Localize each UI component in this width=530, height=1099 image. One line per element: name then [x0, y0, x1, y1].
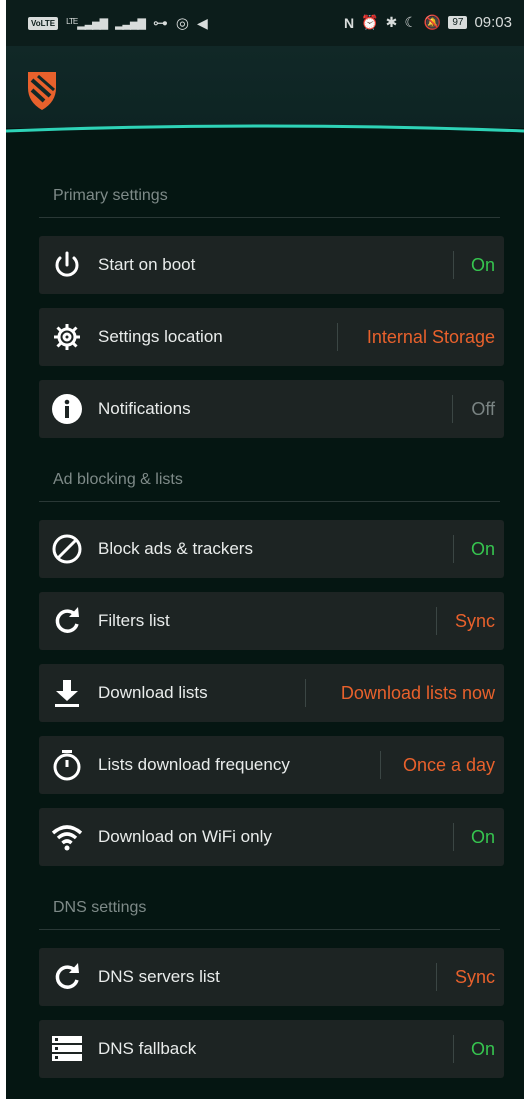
gear-icon — [54, 324, 80, 350]
download-icon — [55, 680, 79, 707]
signal-icon: ▂▃▅▇ — [115, 17, 146, 30]
toggle-value[interactable]: Off — [471, 380, 495, 438]
section-title-dns-settings: DNS settings — [53, 899, 147, 916]
status-bar-right: N ⏰ ✱ ☾ 🔕 97 09:03 — [344, 14, 512, 31]
value-separator — [452, 395, 453, 423]
lte-signal-icon: LTE▂▃▅▇ — [66, 16, 108, 30]
eye-icon: ◎ — [175, 15, 190, 32]
value-separator — [436, 607, 437, 635]
info-icon — [52, 394, 82, 424]
setting-row-dns-fallback[interactable]: DNS fallback On — [39, 1020, 504, 1078]
value-separator — [453, 823, 454, 851]
status-bar: VoLTE LTE▂▃▅▇ ▂▃▅▇ ⊶ ◎ ◀ N ⏰ ✱ ☾ 🔕 97 09… — [6, 0, 524, 46]
setting-label: Download lists — [98, 683, 208, 702]
setting-label: DNS servers list — [98, 967, 220, 986]
setting-row-settings-location[interactable]: Settings location Internal Storage — [39, 308, 504, 366]
bluetooth-icon: ✱ — [385, 14, 398, 30]
mute-icon: 🔕 — [423, 14, 442, 30]
setting-row-download-frequency[interactable]: Lists download frequency Once a day — [39, 736, 504, 794]
setting-row-start-on-boot[interactable]: Start on boot On — [39, 236, 504, 294]
value-separator — [453, 251, 454, 279]
value-separator — [453, 535, 454, 563]
toggle-value[interactable]: On — [471, 808, 495, 866]
toggle-value[interactable]: On — [471, 236, 495, 294]
section-divider — [39, 929, 500, 930]
value-separator — [305, 679, 306, 707]
setting-label: Settings location — [98, 327, 223, 346]
wifi-icon — [51, 825, 83, 851]
value-separator — [436, 963, 437, 991]
stopwatch-icon — [53, 750, 81, 781]
setting-row-block-ads[interactable]: Block ads & trackers On — [39, 520, 504, 578]
value-separator — [453, 1035, 454, 1063]
section-title-primary-settings: Primary settings — [53, 187, 168, 204]
setting-label: Start on boot — [98, 255, 196, 274]
setting-row-wifi-only[interactable]: Download on WiFi only On — [39, 808, 504, 866]
value-separator — [337, 323, 338, 351]
nfc-icon: N — [344, 14, 355, 31]
setting-row-filters-list[interactable]: Filters list Sync — [39, 592, 504, 650]
action-value[interactable]: Internal Storage — [367, 308, 495, 366]
setting-row-notifications[interactable]: Notifications Off — [39, 380, 504, 438]
alarm-icon: ⏰ — [361, 14, 379, 30]
setting-label: Block ads & trackers — [98, 539, 253, 558]
setting-row-dns-servers[interactable]: DNS servers list Sync — [39, 948, 504, 1006]
header-accent-line — [6, 124, 524, 133]
section-divider — [39, 217, 500, 218]
setting-label: Filters list — [98, 611, 170, 630]
blokada-logo-icon — [28, 72, 56, 110]
status-bar-left: VoLTE LTE▂▃▅▇ ▂▃▅▇ ⊶ ◎ ◀ — [28, 14, 208, 32]
moon-icon: ☾ — [404, 14, 417, 30]
action-value[interactable]: Sync — [455, 948, 495, 1006]
action-value[interactable]: Download lists now — [341, 664, 495, 722]
action-value[interactable]: Sync — [455, 592, 495, 650]
refresh-icon — [55, 963, 79, 989]
value-separator — [380, 751, 381, 779]
key-icon: ⊶ — [152, 15, 168, 32]
refresh-icon — [55, 607, 79, 633]
setting-label: Download on WiFi only — [98, 827, 272, 846]
battery-icon: 97 — [448, 16, 468, 29]
lte-label: LTE — [66, 16, 78, 26]
setting-label: DNS fallback — [98, 1039, 197, 1058]
toggle-value[interactable]: On — [471, 1020, 495, 1078]
volte-badge: VoLTE — [28, 16, 59, 30]
send-icon: ◀ — [197, 14, 208, 31]
action-value[interactable]: Once a day — [403, 736, 495, 794]
app-screen: VoLTE LTE▂▃▅▇ ▂▃▅▇ ⊶ ◎ ◀ N ⏰ ✱ ☾ 🔕 97 09… — [6, 0, 524, 1099]
section-divider — [39, 501, 500, 502]
app-header — [6, 46, 524, 128]
clock: 09:03 — [474, 14, 512, 31]
section-title-ad-blocking: Ad blocking & lists — [53, 471, 183, 488]
toggle-value[interactable]: On — [471, 520, 495, 578]
setting-label: Notifications — [98, 399, 191, 418]
setting-row-download-lists[interactable]: Download lists Download lists now — [39, 664, 504, 722]
block-icon — [52, 534, 82, 564]
server-icon — [52, 1036, 82, 1061]
power-icon — [55, 251, 79, 277]
setting-label: Lists download frequency — [98, 755, 290, 774]
